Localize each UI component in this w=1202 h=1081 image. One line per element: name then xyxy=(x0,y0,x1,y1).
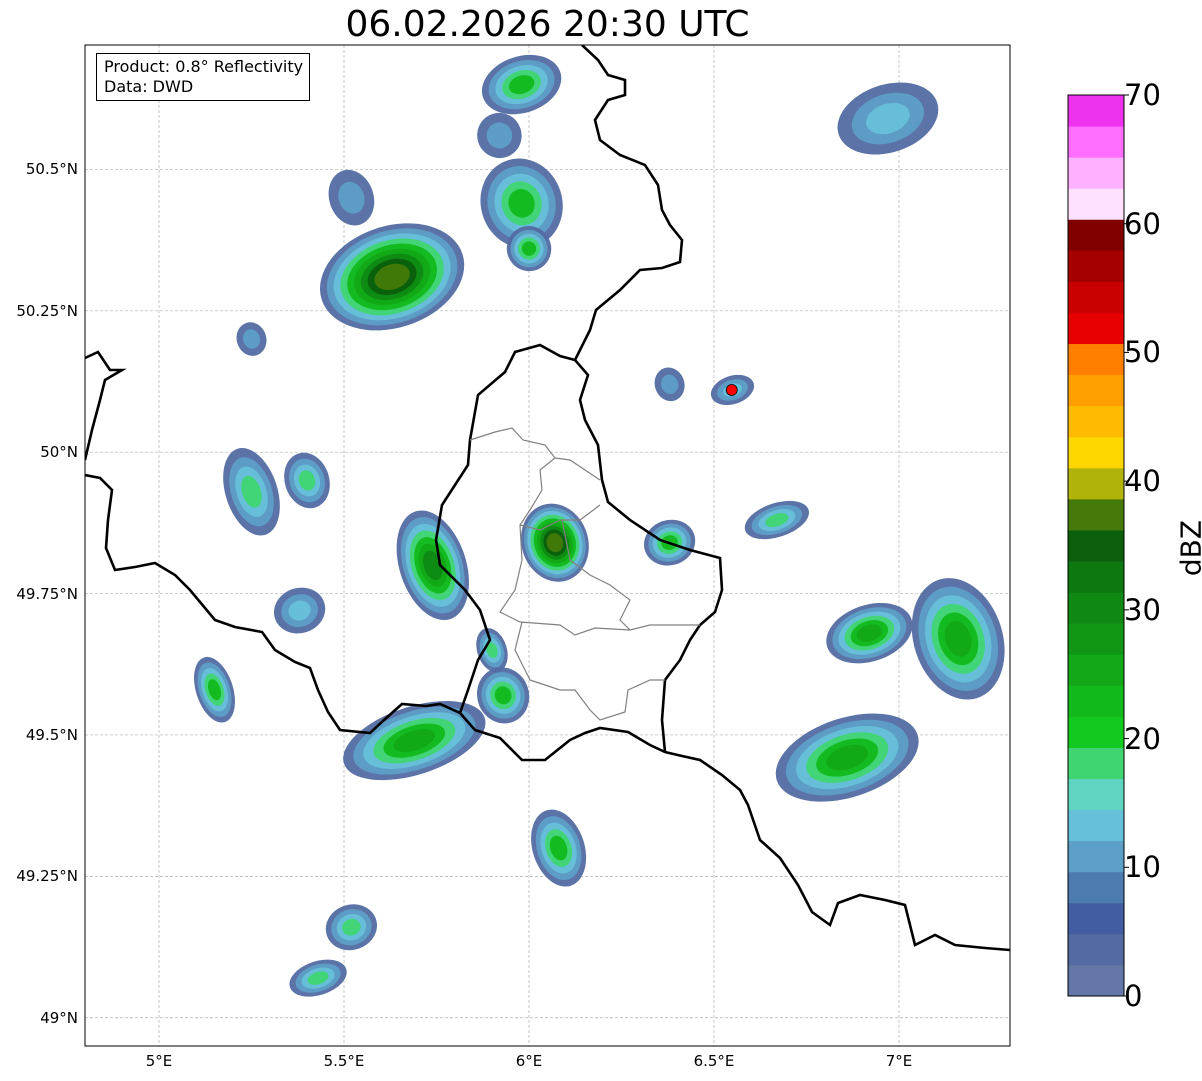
colorbar xyxy=(1067,94,1129,997)
colorbar-swatch xyxy=(1068,778,1124,811)
colorbar-tick-label: 10 xyxy=(1124,850,1161,885)
colorbar-swatch xyxy=(1068,809,1124,842)
echo-cell xyxy=(319,223,465,331)
colorbar-swatch xyxy=(1068,964,1124,997)
colorbar-tick-label: 20 xyxy=(1124,721,1161,756)
colorbar-swatch xyxy=(1068,871,1124,904)
colorbar-swatch xyxy=(1068,250,1124,282)
echo-cell xyxy=(289,959,347,997)
colorbar-swatch xyxy=(1068,436,1124,469)
echo-cell xyxy=(194,656,235,723)
colorbar-swatch xyxy=(1068,592,1124,624)
echo-cell xyxy=(325,904,378,951)
echo-cell xyxy=(837,82,939,155)
colorbar-swatch xyxy=(1068,685,1124,717)
echo-cell xyxy=(744,500,810,540)
border-be-de xyxy=(573,45,684,361)
echo-cell xyxy=(273,587,326,634)
data-source-text: Data: DWD xyxy=(104,77,194,96)
lat-tick-label: 49.75°N xyxy=(16,584,78,603)
lat-tick-label: 49.5°N xyxy=(25,725,78,744)
border-be-nl xyxy=(85,350,127,461)
lat-tick-label: 49.25°N xyxy=(16,867,78,886)
colorbar-tick-label: 60 xyxy=(1124,206,1161,241)
radar-map xyxy=(84,44,1129,1047)
echo-cell xyxy=(775,713,919,802)
echo-cell xyxy=(396,510,469,621)
radar-site-marker xyxy=(725,384,738,396)
colorbar-swatch xyxy=(1068,312,1124,345)
product-text: Product: 0.8° Reflectivity xyxy=(104,57,304,76)
echo-cell xyxy=(826,602,913,664)
lon-tick-label: 7°E xyxy=(885,1052,913,1070)
colorbar-swatch xyxy=(1068,716,1124,748)
colorbar-swatch xyxy=(1068,933,1124,966)
lon-tick-label: 6°E xyxy=(515,1052,543,1070)
colorbar-swatch xyxy=(1068,188,1124,220)
echo-cell xyxy=(236,322,267,356)
colorbar-swatch xyxy=(1068,219,1124,251)
colorbar-swatch xyxy=(1068,529,1124,562)
colorbar-swatch xyxy=(1068,281,1124,313)
colorbar-swatch xyxy=(1068,654,1124,686)
colorbar-swatch xyxy=(1068,623,1124,655)
colorbar-tick-label: 30 xyxy=(1124,592,1161,627)
echo-cell xyxy=(223,448,280,536)
echo-cell xyxy=(481,54,562,115)
colorbar-label: dBZ xyxy=(1174,519,1202,577)
echo-cell xyxy=(531,809,587,887)
colorbar-swatch xyxy=(1068,902,1124,935)
echo-cell xyxy=(477,112,522,159)
colorbar-tick-label: 50 xyxy=(1124,335,1161,370)
radar-site-dot xyxy=(725,384,738,396)
lat-tick-label: 50.5°N xyxy=(25,160,78,179)
lon-tick-label: 6.5°E xyxy=(693,1052,735,1070)
lon-tick-label: 5°E xyxy=(145,1052,173,1070)
colorbar-swatch xyxy=(1068,374,1124,407)
echo-cell xyxy=(911,578,1005,700)
colorbar-tick-label: 40 xyxy=(1124,464,1161,499)
echo-cell xyxy=(343,701,486,781)
radar-echoes xyxy=(194,54,1005,997)
echo-cell xyxy=(520,503,589,582)
echo-cell xyxy=(328,169,375,226)
echo-cell xyxy=(654,367,685,402)
colorbar-swatch xyxy=(1068,467,1124,500)
colorbar-swatch xyxy=(1068,157,1124,189)
colorbar-swatch xyxy=(1068,405,1124,438)
lat-tick-label: 50°N xyxy=(40,443,78,462)
product-info-box: Product: 0.8° Reflectivity Data: DWD xyxy=(96,53,311,101)
lat-tick-label: 49°N xyxy=(40,1008,78,1027)
colorbar-tick-label: 70 xyxy=(1124,78,1161,112)
lon-tick-label: 5.5°E xyxy=(323,1052,365,1070)
colorbar-swatch xyxy=(1068,840,1124,873)
colorbar-tick-label: 0 xyxy=(1124,979,1143,1013)
colorbar-swatch xyxy=(1068,343,1124,376)
colorbar-swatch xyxy=(1068,95,1124,127)
lat-tick-label: 50.25°N xyxy=(16,301,78,320)
colorbar-swatch xyxy=(1068,747,1124,780)
echo-cell xyxy=(284,452,330,509)
colorbar-swatch xyxy=(1068,561,1124,593)
colorbar-swatch xyxy=(1068,126,1124,158)
colorbar-swatch xyxy=(1068,498,1124,531)
